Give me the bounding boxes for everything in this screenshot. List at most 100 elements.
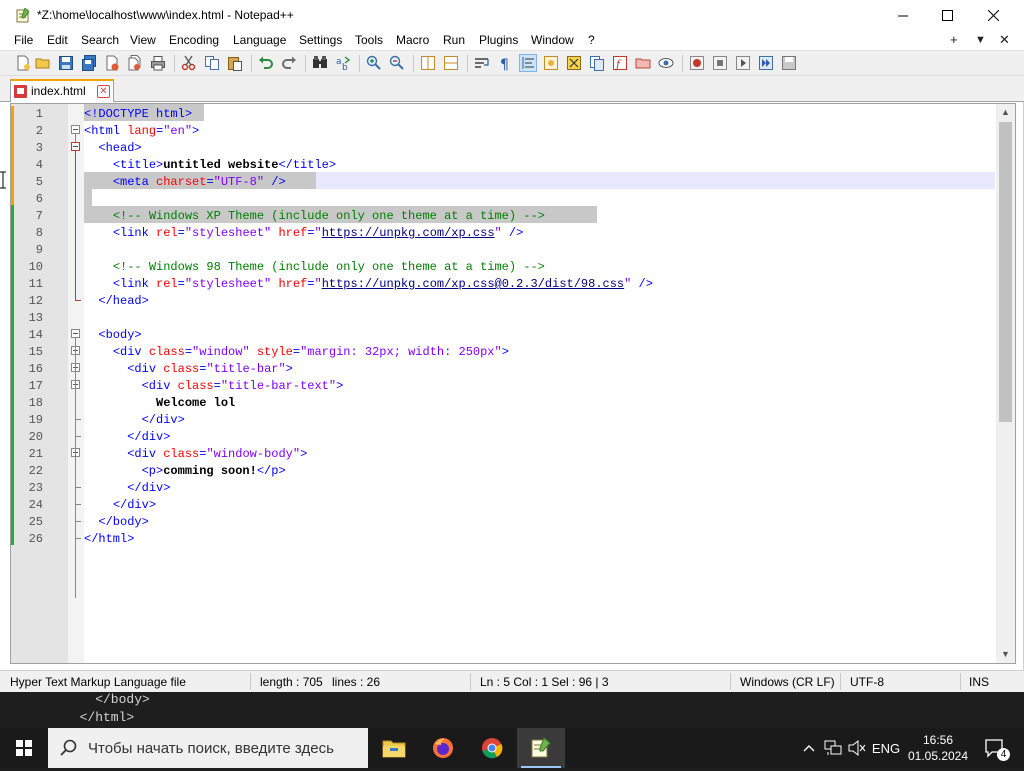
- menu-help[interactable]: ?: [588, 33, 595, 47]
- menu-run[interactable]: Run: [443, 33, 465, 47]
- open-file-icon[interactable]: [35, 55, 51, 71]
- fold-toggle-html[interactable]: [71, 125, 80, 134]
- stop-recording-icon[interactable]: [712, 55, 728, 71]
- code-line[interactable]: <!DOCTYPE html>: [84, 106, 995, 123]
- start-button[interactable]: [0, 728, 48, 768]
- code-line[interactable]: <div class="title-bar-text">: [84, 378, 995, 395]
- code-line[interactable]: <html lang="en">: [84, 123, 995, 140]
- tab-list-dropdown-button[interactable]: ▼: [975, 34, 986, 46]
- code-line[interactable]: </div>: [84, 480, 995, 497]
- scroll-down-arrow[interactable]: ▼: [996, 646, 1015, 663]
- fold-toggle-head[interactable]: [71, 142, 80, 151]
- menu-encoding[interactable]: Encoding: [169, 33, 219, 47]
- code-line[interactable]: <p>comming soon!</p>: [84, 463, 995, 480]
- close-all-icon[interactable]: [127, 55, 143, 71]
- menu-language[interactable]: Language: [233, 33, 286, 47]
- status-eol[interactable]: Windows (CR LF): [740, 675, 835, 689]
- play-macro-icon[interactable]: [735, 55, 751, 71]
- fold-toggle-body[interactable]: [71, 329, 80, 338]
- taskbar-chrome[interactable]: [468, 728, 516, 768]
- vertical-scrollbar[interactable]: ▲ ▼: [996, 104, 1015, 663]
- status-encoding[interactable]: UTF-8: [850, 675, 884, 689]
- action-center-button[interactable]: 4: [980, 728, 1010, 768]
- taskbar-file-explorer[interactable]: [370, 728, 418, 768]
- menu-macro[interactable]: Macro: [396, 33, 429, 47]
- code-line[interactable]: <!-- Windows XP Theme (include only one …: [84, 208, 995, 225]
- close-button[interactable]: [970, 0, 1016, 30]
- code-line[interactable]: <div class="title-bar">: [84, 361, 995, 378]
- document-map-icon[interactable]: [566, 55, 582, 71]
- tab-close-icon[interactable]: ✕: [97, 85, 110, 98]
- taskbar-notepadpp[interactable]: [517, 728, 565, 768]
- monitoring-eye-icon[interactable]: [658, 55, 674, 71]
- save-icon[interactable]: [58, 55, 74, 71]
- new-tab-plus-button[interactable]: +: [950, 32, 958, 47]
- code-line[interactable]: </div>: [84, 429, 995, 446]
- function-list-icon[interactable]: f: [612, 55, 628, 71]
- minimize-button[interactable]: [880, 0, 926, 30]
- code-line[interactable]: <meta charset="UTF-8" />: [84, 174, 995, 191]
- tab-index-html[interactable]: index.html ✕: [10, 79, 114, 102]
- copy-icon[interactable]: [204, 55, 220, 71]
- menu-view[interactable]: View: [130, 33, 156, 47]
- menu-plugins[interactable]: Plugins: [479, 33, 518, 47]
- show-all-characters-icon[interactable]: ¶: [497, 55, 513, 71]
- code-line[interactable]: </head>: [84, 293, 995, 310]
- close-document-button[interactable]: ✕: [999, 32, 1010, 48]
- menu-search[interactable]: Search: [81, 33, 119, 47]
- save-macro-icon[interactable]: [781, 55, 797, 71]
- close-file-icon[interactable]: [104, 55, 120, 71]
- word-wrap-icon[interactable]: [474, 55, 490, 71]
- network-tray-button[interactable]: [822, 728, 844, 768]
- maximize-button[interactable]: [924, 0, 970, 30]
- new-file-icon[interactable]: [15, 55, 31, 71]
- paste-icon[interactable]: [227, 55, 243, 71]
- code-line[interactable]: </div>: [84, 497, 995, 514]
- scroll-up-arrow[interactable]: ▲: [996, 104, 1015, 121]
- code-line[interactable]: <div class="window" style="margin: 32px;…: [84, 344, 995, 361]
- menu-settings[interactable]: Settings: [299, 33, 342, 47]
- menu-window[interactable]: Window: [531, 33, 574, 47]
- status-insert-mode[interactable]: INS: [969, 675, 989, 689]
- code-line[interactable]: </body>: [84, 514, 995, 531]
- replace-icon[interactable]: ab: [335, 55, 351, 71]
- record-macro-icon[interactable]: [689, 55, 705, 71]
- code-line[interactable]: <body>: [84, 327, 995, 344]
- code-editor[interactable]: <!DOCTYPE html> <html lang="en"> <head> <…: [10, 103, 1016, 664]
- code-line[interactable]: <link rel="stylesheet" href="https://unp…: [84, 225, 995, 242]
- zoom-out-icon[interactable]: [389, 55, 405, 71]
- find-icon[interactable]: [312, 55, 328, 71]
- code-line[interactable]: Welcome lol: [84, 395, 995, 412]
- code-line[interactable]: <head>: [84, 140, 995, 157]
- folder-as-workspace-icon[interactable]: [635, 55, 651, 71]
- sync-vertical-scroll-icon[interactable]: [420, 55, 436, 71]
- menu-file[interactable]: File: [14, 33, 33, 47]
- scrollbar-thumb[interactable]: [999, 122, 1012, 422]
- code-line[interactable]: <!-- Windows 98 Theme (include only one …: [84, 259, 995, 276]
- run-macro-multiple-icon[interactable]: [758, 55, 774, 71]
- undo-icon[interactable]: [258, 55, 274, 71]
- taskbar-clock[interactable]: 16:56 01.05.2024: [898, 732, 978, 764]
- code-line[interactable]: [84, 242, 995, 259]
- menu-tools[interactable]: Tools: [355, 33, 383, 47]
- save-all-icon[interactable]: [81, 55, 97, 71]
- code-line[interactable]: <link rel="stylesheet" href="https://unp…: [84, 276, 995, 293]
- sync-horizontal-scroll-icon[interactable]: [443, 55, 459, 71]
- taskbar-search-box[interactable]: Чтобы начать поиск, введите здесь: [48, 728, 368, 768]
- code-line[interactable]: </html>: [84, 531, 995, 548]
- indent-guide-icon[interactable]: [519, 54, 537, 72]
- taskbar-firefox[interactable]: [419, 728, 467, 768]
- print-icon[interactable]: [150, 55, 166, 71]
- code-line[interactable]: [84, 191, 995, 208]
- cut-icon[interactable]: [181, 55, 197, 71]
- menu-edit[interactable]: Edit: [47, 33, 68, 47]
- code-line[interactable]: <div class="window-body">: [84, 446, 995, 463]
- user-defined-language-icon[interactable]: [543, 55, 559, 71]
- code-line[interactable]: [84, 310, 995, 327]
- code-line[interactable]: <title>untitled website</title>: [84, 157, 995, 174]
- document-list-icon[interactable]: [589, 55, 605, 71]
- code-line[interactable]: </div>: [84, 412, 995, 429]
- redo-icon[interactable]: [281, 55, 297, 71]
- zoom-in-icon[interactable]: [366, 55, 382, 71]
- show-hidden-icons-button[interactable]: [800, 728, 818, 768]
